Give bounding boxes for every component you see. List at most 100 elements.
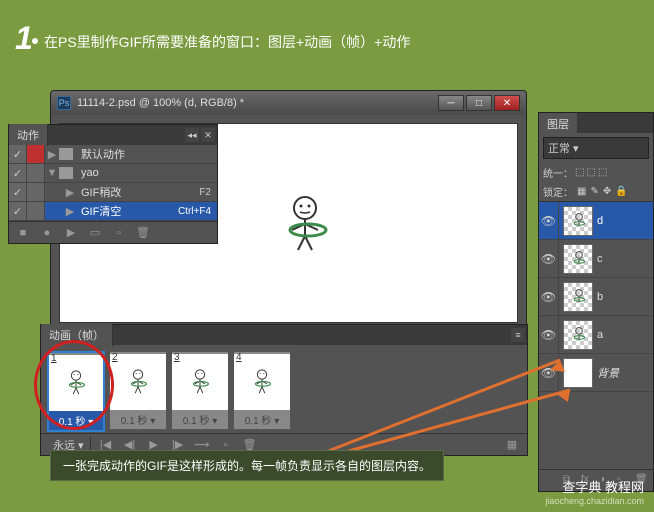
layer-thumbnail[interactable] — [563, 358, 593, 388]
titlebar[interactable]: Ps 11114-2.psd @ 100% (d, RGB/8) * ─ □ ✕ — [51, 91, 526, 115]
play-icon[interactable]: ▶ — [63, 226, 79, 240]
frame-delay[interactable]: 0.1 秒 ▾ — [234, 410, 290, 429]
lock-row: 锁定： ▦ ✎ ✥ 🔒 — [539, 182, 653, 202]
record-icon[interactable]: ● — [39, 226, 55, 240]
lock-pixels-icon[interactable]: ✎ — [590, 186, 598, 197]
layer-row[interactable]: 👁a — [539, 316, 653, 354]
frame-thumbnail — [172, 354, 228, 410]
unify-row: 统一： ⬚ ⬚ ⬚ — [539, 163, 653, 182]
frame-delay[interactable]: 0.1 秒 ▾ — [49, 411, 103, 430]
animation-panel: 动画（帧） ≡ 10.1 秒 ▾20.1 秒 ▾30.1 秒 ▾40.1 秒 ▾… — [40, 324, 528, 456]
layer-thumbnail[interactable] — [563, 282, 593, 312]
new-action-icon[interactable]: ▫ — [111, 226, 127, 240]
layer-name[interactable]: d — [597, 215, 653, 227]
visibility-icon[interactable]: 👁 — [539, 240, 559, 278]
document-title: 11114-2.psd @ 100% (d, RGB/8) * — [77, 97, 438, 109]
action-name: GIF稍改 — [77, 184, 199, 200]
close-panel-icon[interactable]: ✕ — [201, 128, 215, 142]
unify-icon[interactable]: ⬚ — [575, 167, 584, 178]
frame-delay[interactable]: 0.1 秒 ▾ — [110, 410, 166, 429]
layer-thumbnail[interactable] — [563, 320, 593, 350]
frames-strip: 10.1 秒 ▾20.1 秒 ▾30.1 秒 ▾40.1 秒 ▾ — [41, 345, 527, 433]
animation-frame[interactable]: 40.1 秒 ▾ — [233, 351, 291, 430]
unify-icon-3[interactable]: ⬚ — [598, 167, 607, 178]
disclosure-icon[interactable]: ▶ — [63, 186, 77, 199]
action-row[interactable]: ✓ ▶ 默认动作 — [9, 145, 217, 164]
anim-menu-icon[interactable]: ≡ — [511, 328, 525, 342]
actions-tab[interactable]: 动作 — [9, 124, 48, 146]
disclosure-icon[interactable]: ▶ — [63, 205, 77, 218]
layers-tab-bar: 图层 — [539, 113, 653, 133]
dialog-toggle-icon[interactable] — [27, 164, 45, 182]
layer-row[interactable]: 👁 背景 — [539, 354, 653, 392]
convert-timeline-icon[interactable]: ▦ — [503, 438, 521, 452]
layer-row[interactable]: 👁d — [539, 202, 653, 240]
minimize-button[interactable]: ─ — [438, 95, 464, 111]
caption: 一张完成动作的GIF是这样形成的。每一帧负责显示各自的图层内容。 — [50, 450, 444, 481]
visibility-icon[interactable]: 👁 — [539, 278, 559, 316]
stop-icon[interactable]: ■ — [15, 226, 31, 240]
check-icon[interactable]: ✓ — [9, 202, 27, 220]
maximize-button[interactable]: □ — [466, 95, 492, 111]
layer-name[interactable]: b — [597, 291, 653, 303]
dialog-toggle-icon[interactable] — [27, 202, 45, 220]
disclosure-icon[interactable]: ▶ — [45, 148, 59, 161]
unify-icon-2[interactable]: ⬚ — [586, 167, 595, 178]
disclosure-icon[interactable]: ▼ — [45, 167, 59, 179]
frame-number: 1 — [51, 353, 57, 364]
step-bullet — [32, 38, 38, 44]
dialog-toggle-icon[interactable] — [27, 145, 45, 163]
action-row[interactable]: ✓ ▼ yao — [9, 164, 217, 183]
action-name: 默认动作 — [77, 146, 211, 162]
frame-thumbnail — [234, 354, 290, 410]
animation-frame[interactable]: 1 0.1 秒 ▾ — [47, 351, 105, 432]
layer-thumbnail[interactable] — [563, 244, 593, 274]
lock-transparency-icon[interactable]: ▦ — [577, 186, 586, 197]
animation-frame[interactable]: 3 0.1 秒 ▾ — [171, 351, 229, 430]
dialog-toggle-icon[interactable] — [27, 183, 45, 201]
folder-icon — [59, 167, 73, 179]
ps-icon: Ps — [57, 96, 71, 110]
frame-delay[interactable]: 0.1 秒 ▾ — [172, 410, 228, 429]
lock-all-icon[interactable]: 🔒 — [615, 186, 627, 197]
folder-icon — [59, 148, 73, 160]
lock-position-icon[interactable]: ✥ — [603, 186, 611, 197]
check-icon[interactable]: ✓ — [9, 164, 27, 182]
layers-panel: 图层 正常 ▾ 统一： ⬚ ⬚ ⬚ 锁定： ▦ ✎ ✥ 🔒 👁d👁c👁b👁a👁背… — [538, 112, 654, 492]
window-buttons: ─ □ ✕ — [438, 95, 520, 111]
blend-mode-select[interactable]: 正常 ▾ — [543, 137, 649, 159]
frame-thumbnail — [49, 355, 103, 411]
actions-panel: 动作 ◂◂ ✕ ✓▶默认动作✓▼yao✓▶GIF稍改F2✓▶GIF清空Ctrl+… — [8, 124, 218, 244]
animation-tab-bar: 动画（帧） ≡ — [41, 325, 527, 345]
close-button[interactable]: ✕ — [494, 95, 520, 111]
panel-menu-buttons: ◂◂ ✕ — [185, 128, 217, 142]
layer-row[interactable]: 👁c — [539, 240, 653, 278]
visibility-icon[interactable]: 👁 — [539, 316, 559, 354]
trash-icon[interactable]: 🗑 — [135, 226, 151, 240]
actions-tab-bar: 动作 ◂◂ ✕ — [9, 125, 217, 145]
animation-frame[interactable]: 2 0.1 秒 ▾ — [109, 351, 167, 430]
blend-mode-row: 正常 ▾ — [539, 133, 653, 163]
layer-name[interactable]: 背景 — [597, 365, 653, 381]
action-row[interactable]: ✓▶GIF稍改F2 — [9, 183, 217, 202]
actions-footer: ■ ● ▶ ▭ ▫ 🗑 — [9, 221, 217, 243]
frame-thumbnail — [110, 354, 166, 410]
new-folder-icon[interactable]: ▭ — [87, 226, 103, 240]
layer-name[interactable]: c — [597, 253, 653, 265]
layer-name[interactable]: a — [597, 329, 653, 341]
check-icon[interactable]: ✓ — [9, 183, 27, 201]
layer-thumbnail[interactable] — [563, 206, 593, 236]
check-icon[interactable]: ✓ — [9, 145, 27, 163]
frame-number: 2 — [112, 352, 118, 363]
visibility-icon[interactable]: 👁 — [539, 202, 559, 240]
step-text: 在PS里制作GIF所需要准备的窗口：图层+动画（帧）+动作 — [44, 32, 410, 52]
visibility-icon[interactable]: 👁 — [539, 354, 559, 392]
step-number: 1 — [15, 20, 33, 57]
layers-tab[interactable]: 图层 — [539, 113, 577, 133]
animation-tab[interactable]: 动画（帧） — [41, 324, 113, 346]
collapse-icon[interactable]: ◂◂ — [185, 128, 199, 142]
action-name: yao — [77, 167, 211, 179]
layer-row[interactable]: 👁b — [539, 278, 653, 316]
frame-number: 3 — [174, 352, 180, 363]
action-row[interactable]: ✓▶GIF清空Ctrl+F4 — [9, 202, 217, 221]
